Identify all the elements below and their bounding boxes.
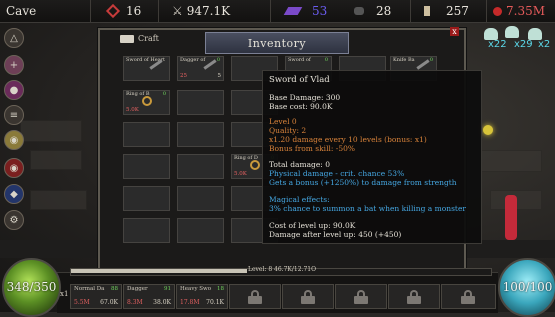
hotbar-multiplier: x1 — [60, 290, 69, 298]
mana-value: 100/100 — [502, 280, 553, 294]
base-damage: Base Damage: 300 — [269, 93, 341, 102]
anvil-icon — [120, 34, 134, 43]
inventory-slot[interactable] — [177, 154, 224, 179]
lock-icon — [461, 290, 475, 304]
lock-icon — [407, 290, 421, 304]
craft-button[interactable]: Craft — [120, 34, 159, 43]
inventory-slot[interactable] — [123, 186, 170, 211]
ring-icon — [250, 160, 260, 170]
xp-text: Level: 8 46.7K/12.71O — [248, 266, 317, 273]
pet-count-1: x22 — [488, 39, 507, 50]
settings-icon[interactable]: ⚙ — [4, 210, 24, 230]
hotbar-skill[interactable]: Dagger 91 8.3M 38.0K — [123, 284, 175, 309]
scroll-menu-icon[interactable]: ≡ — [4, 105, 24, 125]
trophy-icon[interactable]: ◉ — [4, 130, 24, 150]
damage-after-levelup: Damage after level up: 450 (+450) — [269, 230, 402, 239]
levelup-cost: Cost of level up: 90.0K — [269, 221, 356, 230]
xp-bar-fill — [71, 269, 247, 273]
total-damage: Total damage: 0 — [269, 160, 330, 169]
inventory-title-tab: Inventory — [205, 32, 349, 54]
wall-brick — [30, 150, 82, 170]
hotbar-skill[interactable]: Heavy Swo 18 17.8M 70.1K — [176, 284, 228, 309]
inventory-slot[interactable] — [177, 218, 224, 243]
gold-coin-icon — [493, 6, 502, 16]
strength-bonus: Gets a bonus (+1250%) to damage from str… — [269, 178, 457, 187]
pet-count-3: x2 — [538, 39, 551, 50]
scroll-counter: 257 — [424, 2, 469, 20]
item-tooltip: Sword of Vlad Base Damage: 300 Base cost… — [262, 70, 482, 244]
lock-icon — [354, 290, 368, 304]
magic-effects-title: Magical effects: — [269, 195, 330, 204]
ore-counter: 28 — [354, 2, 391, 20]
glowing-orb — [483, 125, 493, 135]
inventory-slot[interactable] — [177, 122, 224, 147]
skull-icon[interactable]: ◉ — [4, 158, 24, 178]
location-label[interactable]: Cave — [6, 2, 36, 20]
item-title: Sword of Vlad — [269, 75, 330, 85]
mana-orb: 100/100 — [498, 258, 555, 317]
health-orb: 348/350 — [2, 258, 61, 317]
close-button[interactable]: x — [450, 27, 459, 36]
magic-effect: 3% chance to summon a bat when killing a… — [269, 204, 466, 213]
health-value: 348/350 — [6, 280, 57, 294]
inventory-slot[interactable] — [123, 154, 170, 179]
lock-icon — [301, 290, 315, 304]
gold-counter: 7.35M — [493, 2, 545, 20]
inventory-slot[interactable]: Ring of B 0 5.0K — [123, 90, 170, 115]
ore-icon — [354, 7, 364, 15]
wall-brick — [20, 120, 82, 142]
item-level: Level 0 — [269, 117, 297, 126]
wall-brick — [30, 190, 87, 210]
skill-bonus: Bonus from skill: -50% — [269, 144, 355, 153]
scroll-icon — [424, 6, 430, 16]
dagger-icon — [203, 59, 217, 70]
inventory-slot[interactable] — [177, 90, 224, 115]
lock-icon — [248, 290, 262, 304]
ring-icon — [142, 96, 152, 106]
red-gem-icon — [105, 3, 121, 19]
inventory-slot[interactable]: Dagger of 0 25 5 — [177, 56, 224, 81]
sword-icon: ⚔ — [172, 4, 183, 18]
hotbar-skill[interactable]: Normal Da 88 5.5M 67.0K — [70, 284, 122, 309]
monster-sprite[interactable] — [505, 195, 517, 240]
base-cost: Base cost: 90.0K — [269, 102, 333, 111]
red-gem-counter: 16 — [105, 2, 141, 20]
pet-count-2: x29 — [514, 39, 533, 50]
wall-brick — [480, 150, 542, 172]
backpack-icon[interactable]: △ — [4, 28, 24, 48]
damage-counter: ⚔ 947.1K — [172, 4, 231, 18]
inventory-slot[interactable]: Sword of Heart — [123, 56, 170, 81]
gem-menu-icon[interactable]: ◆ — [4, 184, 24, 204]
inventory-slot[interactable] — [123, 218, 170, 243]
crit-chance: Physical damage - crit. chance 53% — [269, 169, 405, 178]
potion-icon[interactable]: ● — [4, 80, 24, 100]
knife-icon — [416, 59, 430, 70]
top-resource-bar: Cave 16 ⚔ 947.1K 53 28 257 7.35M — [0, 0, 555, 23]
inventory-slot[interactable] — [123, 122, 170, 147]
heal-cross-icon[interactable]: + — [4, 55, 24, 75]
item-quality: Quality: 2 — [269, 126, 307, 135]
purple-shard-counter: 53 — [283, 2, 327, 20]
purple-shard-icon — [283, 7, 303, 15]
inventory-slot[interactable] — [177, 186, 224, 211]
level-bonus: x1.20 damage every 10 levels (bonus: x1) — [269, 135, 427, 144]
pet-ghost-icon — [505, 26, 519, 38]
